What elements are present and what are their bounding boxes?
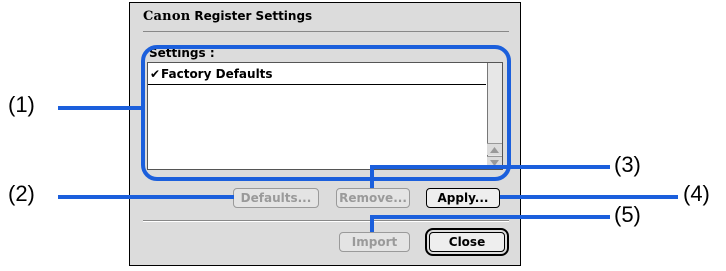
defaults-button[interactable]: Defaults...	[233, 188, 319, 208]
callout-label-1: (1)	[8, 92, 35, 117]
settings-highlight-frame	[141, 45, 511, 181]
remove-button[interactable]: Remove...	[336, 188, 410, 208]
dialog-title: Canon Register Settings	[143, 9, 312, 29]
callout-line-3-vertical	[370, 166, 374, 188]
callout-label-4: (4)	[683, 181, 710, 206]
close-button[interactable]: Close	[425, 228, 509, 256]
apply-button[interactable]: Apply...	[426, 188, 500, 208]
callout-line-1	[58, 106, 143, 110]
button-divider-highlight	[143, 221, 509, 222]
title-divider	[143, 31, 509, 32]
callout-line-3-horizontal	[370, 165, 610, 169]
callout-label-3: (3)	[614, 152, 641, 177]
callout-line-5-horizontal	[370, 215, 610, 219]
dialog-title-text: Register Settings	[194, 9, 313, 23]
import-button[interactable]: Import	[339, 232, 410, 252]
canon-logo: Canon	[143, 9, 191, 24]
callout-label-5: (5)	[614, 202, 641, 227]
callout-line-4	[500, 195, 678, 199]
callout-line-2	[58, 195, 234, 199]
callout-label-2: (2)	[8, 181, 35, 206]
